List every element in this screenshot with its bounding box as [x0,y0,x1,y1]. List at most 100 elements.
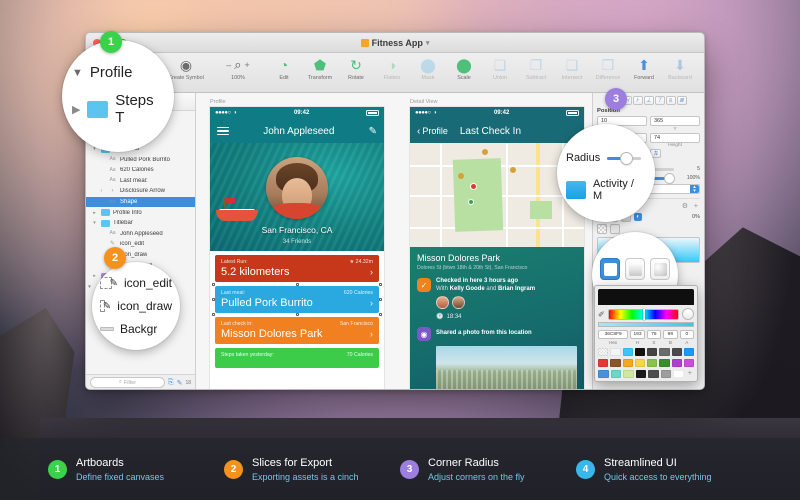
swatch[interactable] [598,370,609,378]
toolbar-item-difference[interactable]: ❒ Difference [590,56,626,81]
pencil-icon[interactable]: ✎ [177,379,183,387]
card-steps-taken[interactable]: Steps taken yesterday: 70 Calories [215,348,379,368]
layer-row-icon-edit[interactable]: ✎ icon_edit [86,239,195,250]
toolbar-item-flatten[interactable]: ◑ Flatten [374,56,410,81]
hex-value[interactable]: 36C8F9 [598,330,628,339]
swatch[interactable] [684,348,694,356]
canvas[interactable]: Profile ●●●●○ ◗ 09:42 John Appleseed ✎ [196,93,592,390]
toolbar-item-scale[interactable]: ⬤ Scale [446,56,482,81]
distribute-v-icon[interactable]: ≣ [677,96,687,105]
friend-name-1[interactable]: Kelly Goode [450,286,485,292]
hamburger-icon[interactable] [217,127,229,136]
layer-row-titlebar[interactable]: ▾ Titlebar [86,218,195,229]
back-button[interactable]: ‹Profile [417,126,448,137]
swatch[interactable] [673,370,684,378]
swatch[interactable] [611,370,622,378]
swatch[interactable] [672,348,682,356]
swatch[interactable] [672,359,682,367]
align-top-icon[interactable]: ⊥ [644,96,654,105]
swatch[interactable] [659,348,669,356]
swatch[interactable] [647,359,657,367]
alpha-field[interactable]: 0 A [680,330,694,345]
fills-actions[interactable]: ⚙ + [682,202,700,210]
alpha-value[interactable]: 0 [680,330,694,339]
swatch[interactable] [623,348,633,356]
layer-row-pulled-pork-burrito[interactable]: Aa Pulled Pork Burrito [86,154,195,165]
artboard-title[interactable]: Profile [210,99,384,105]
swatch[interactable] [623,370,634,378]
swatch[interactable] [610,359,620,367]
toolbar-item-mask[interactable]: ⬤ Mask [410,56,446,81]
disclosure-icon[interactable]: ▸ [91,273,98,279]
layer-row-john-appleseed[interactable]: Aa John Appleseed [86,229,195,240]
add-swatch-icon[interactable]: + [686,370,695,378]
toolbar-zoom-control[interactable]: – ⌕ + 100% [210,56,266,81]
disclosure-icon[interactable]: ▾ [91,220,98,226]
fill-blend-checkbox[interactable]: ◐ [634,213,642,221]
swatch[interactable] [684,359,694,367]
height-value[interactable]: 74 [650,133,700,143]
transparency-swatch[interactable] [597,224,607,234]
radius-value[interactable]: 5 [678,166,700,172]
align-center-v-icon[interactable]: ⊤ [655,96,665,105]
magnifier-icon[interactable]: ⌕ [234,57,241,73]
saturation-value[interactable]: 78 [647,330,661,339]
layer-row-disclosure-arrow[interactable]: › › Disclosure Arrow [86,186,195,197]
swatch[interactable] [659,359,669,367]
artboard-title[interactable]: Detail View [410,99,584,105]
layer-row-icon-draw[interactable]: ✎ icon_draw [86,250,195,261]
toolbar-item-subtract[interactable]: ❐ Subtract [518,56,554,81]
shared-photo[interactable] [436,346,577,390]
chevron-down-icon[interactable]: ▾ [426,39,430,47]
artboard-detail-view[interactable]: Detail View ●●●●○ ◗ 09:42 ‹Profile Last … [410,99,584,390]
link-icon[interactable]: ⎘ [168,379,174,387]
brightness-value[interactable]: 98 [663,330,677,339]
toolbar-item-edit[interactable]: ◔ Edit [266,56,302,81]
toolbar-item-transform[interactable]: ⬟ Transform [302,56,338,81]
toolbar-item-mirror[interactable]: ◱ Mirror [698,56,705,81]
saturation-field[interactable]: 78 S [647,330,661,345]
opacity-value[interactable]: 100% [678,175,700,181]
layer-row-last-meal-text[interactable]: Aa Last meal: [86,176,195,187]
disclosure-icon[interactable]: ▸ [91,210,98,216]
swatch-clear[interactable] [598,348,608,356]
swatch[interactable] [610,348,620,356]
swatch[interactable] [648,370,659,378]
swatch-row-1[interactable] [598,348,694,356]
swatch[interactable] [598,359,608,367]
swatch-row-3[interactable]: + [598,370,694,378]
layer-row-shape-selected[interactable]: ▭ Shape [86,197,195,208]
zoom-out-icon[interactable]: – [226,60,231,70]
toolbar-item-rotate[interactable]: ↻ Rotate [338,56,374,81]
brightness-bar[interactable] [598,322,694,327]
toolbar-item-backward[interactable]: ⬇ Backward [662,56,698,81]
swatch[interactable] [661,370,672,378]
artboard-profile[interactable]: Profile ●●●●○ ◗ 09:42 John Appleseed ✎ [210,99,384,390]
card-last-check-in[interactable]: Last check in: San Francisco Misson Dolo… [215,317,379,344]
filter-input[interactable]: ⌕ Filter [90,377,165,388]
eyedropper-icon[interactable]: ✐ [598,310,605,319]
swatch[interactable] [635,359,645,367]
zoom-in-icon[interactable]: + [245,60,250,70]
height-field[interactable]: 74 Height [650,133,700,149]
color-picker-popover[interactable]: ✐ 36C8F9 Hex 193 H 78 S 98 B 0 [594,285,698,382]
hue-field[interactable]: 193 H [630,330,644,345]
fill-row-2[interactable] [597,224,700,234]
y-value[interactable]: 365 [650,116,700,126]
hue-spectrum[interactable] [608,309,679,320]
swatch[interactable] [647,348,657,356]
hex-field[interactable]: 36C8F9 Hex [598,330,628,345]
swatch[interactable] [636,370,647,378]
align-right-icon[interactable]: ⊦ [633,96,643,105]
disclosure-icon[interactable]: ▾ [86,284,93,290]
card-latest-run[interactable]: Latest Run: ★ 24.32m 5.2 kilometers › [215,255,379,282]
toolbar-item-union[interactable]: ❏ Union [482,56,518,81]
brightness-field[interactable]: 98 B [663,330,677,345]
friend-name-2[interactable]: Brian Ingram [498,286,535,292]
layer-row-profile-info[interactable]: ▸ Profile Info [86,207,195,218]
color-wheel-icon[interactable] [682,308,694,320]
swatch-row-2[interactable] [598,359,694,367]
pencil-icon[interactable]: ✎ [369,126,377,137]
swatch[interactable] [623,359,633,367]
toolbar-item-intersect[interactable]: ❑ Intersect [554,56,590,81]
